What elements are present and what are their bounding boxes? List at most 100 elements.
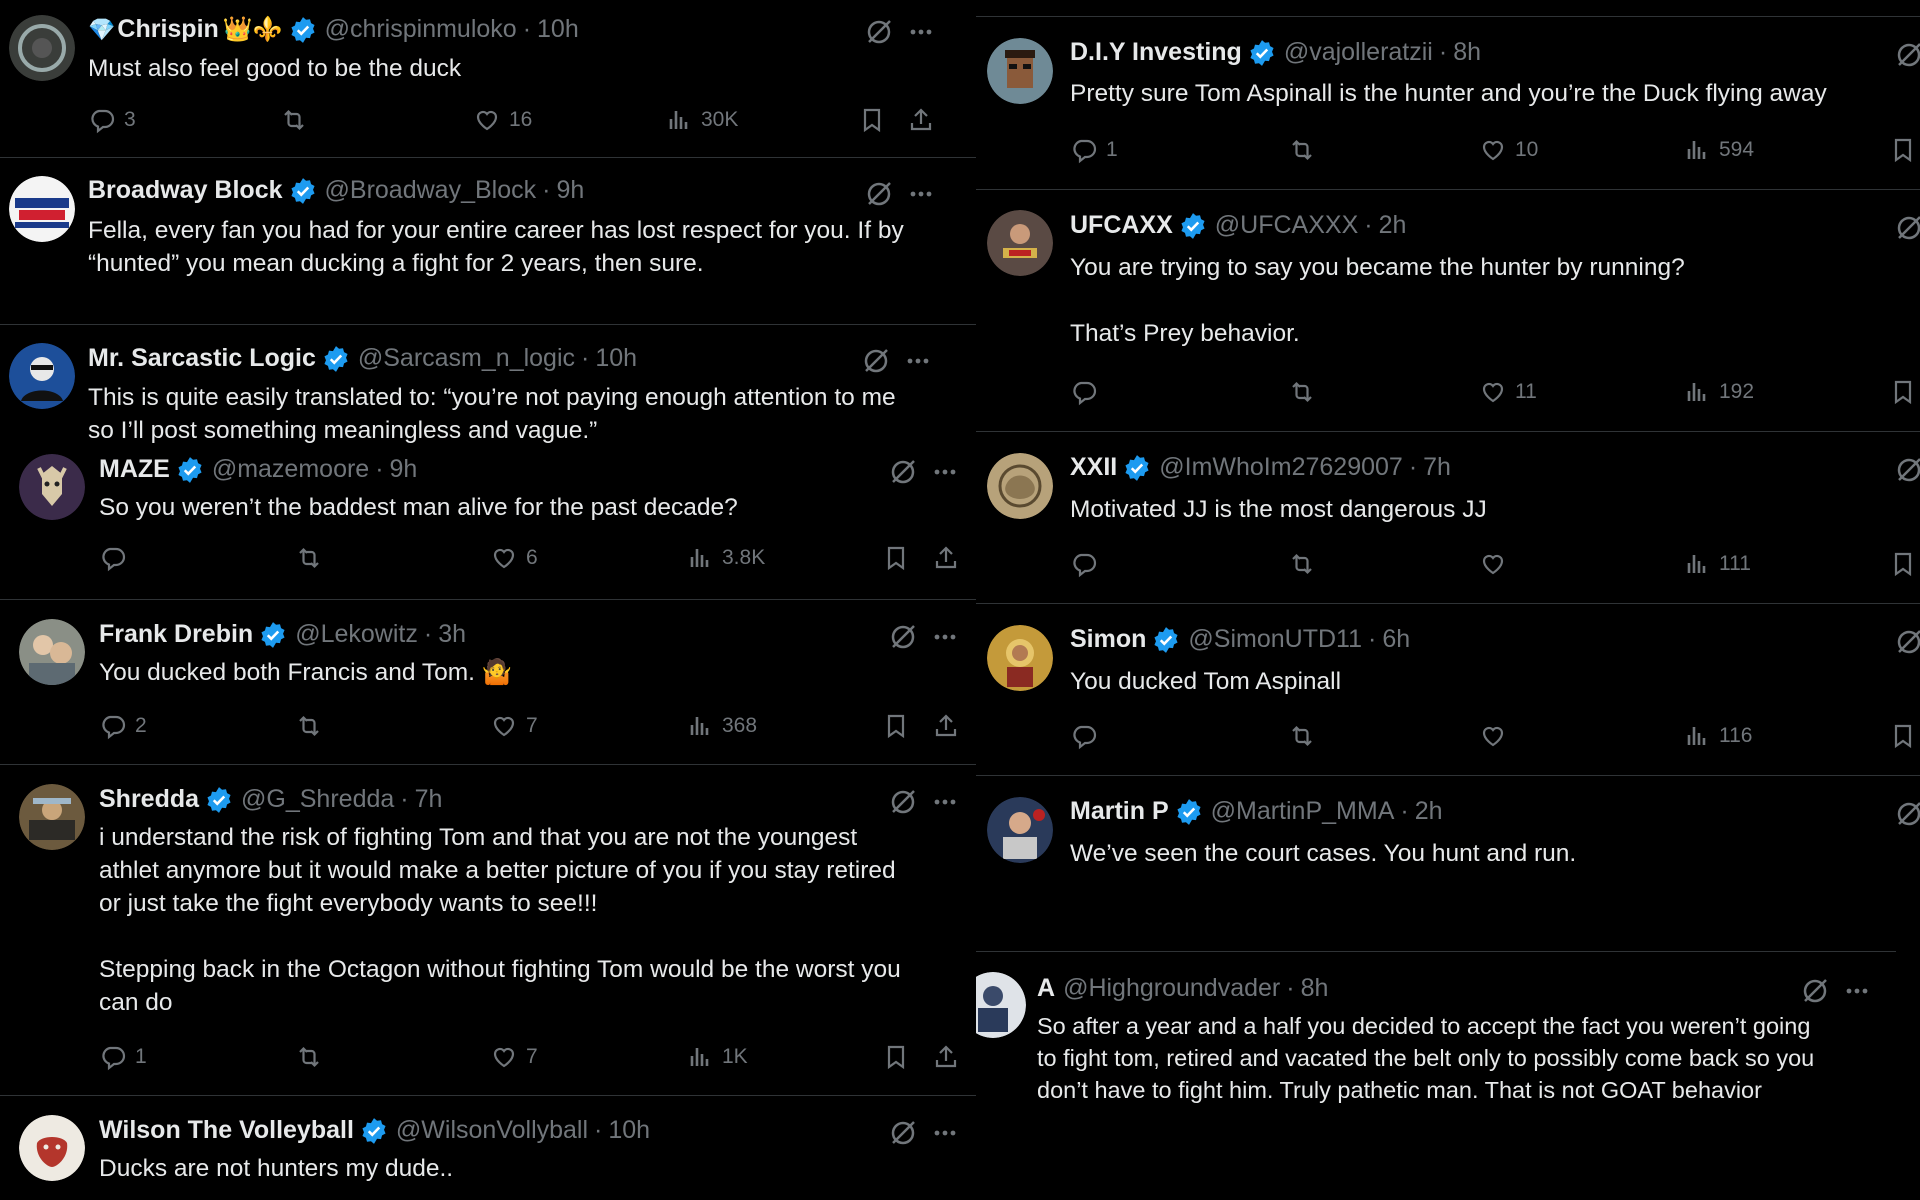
more-icon[interactable]: [930, 1118, 960, 1148]
timestamp[interactable]: 8h: [1301, 974, 1329, 1003]
tweet-card[interactable]: Broadway Block @Broadway_Block · 9h Fell…: [0, 158, 976, 325]
share-button[interactable]: [932, 1043, 960, 1071]
reply-button[interactable]: [1070, 722, 1098, 750]
author-handle[interactable]: @WilsonVollyball: [396, 1116, 588, 1145]
author-handle[interactable]: @mazemoore: [212, 455, 369, 484]
like-button[interactable]: 11: [1479, 378, 1537, 406]
author-name[interactable]: D.I.Y Investing: [1070, 38, 1242, 67]
timestamp[interactable]: 10h: [537, 15, 579, 44]
timestamp[interactable]: 6h: [1382, 625, 1410, 654]
share-button[interactable]: [932, 544, 960, 572]
tweet-card[interactable]: MAZE @mazemoore · 9h So you weren’t the …: [0, 446, 976, 600]
author-handle[interactable]: @chrispinmuloko: [325, 15, 517, 44]
views-button[interactable]: 368: [686, 712, 757, 740]
tweet-card[interactable]: Martin P @MartinP_MMA · 2h We’ve seen th…: [976, 776, 1920, 951]
views-button[interactable]: 594: [1683, 136, 1754, 164]
bookmark-button[interactable]: [882, 544, 910, 572]
tweet-card[interactable]: XXII @ImWhoIm27629007 · 7h Motivated JJ …: [976, 432, 1920, 604]
avatar[interactable]: [19, 1115, 85, 1181]
repost-button[interactable]: [1288, 378, 1316, 406]
author-name[interactable]: Simon: [1070, 625, 1146, 654]
like-button[interactable]: [1479, 722, 1507, 750]
timestamp[interactable]: 2h: [1415, 797, 1443, 826]
like-button[interactable]: 16: [473, 106, 532, 134]
views-button[interactable]: 111: [1683, 550, 1751, 578]
grok-icon[interactable]: [1894, 40, 1920, 70]
grok-icon[interactable]: [864, 179, 894, 209]
author-handle[interactable]: @ImWhoIm27629007: [1159, 453, 1403, 482]
grok-icon[interactable]: [1894, 799, 1920, 829]
grok-icon[interactable]: [888, 457, 918, 487]
grok-icon[interactable]: [1800, 976, 1830, 1006]
timestamp[interactable]: 7h: [415, 785, 443, 814]
bookmark-button[interactable]: [882, 1043, 910, 1071]
timestamp[interactable]: 9h: [390, 455, 418, 484]
avatar[interactable]: [987, 453, 1053, 519]
tweet-card[interactable]: UFCAXX @UFCAXXX · 2h You are trying to s…: [976, 190, 1920, 432]
bookmark-button[interactable]: [1889, 550, 1917, 578]
author-name[interactable]: Frank Drebin: [99, 620, 253, 649]
reply-button[interactable]: 3: [88, 106, 136, 134]
author-handle[interactable]: @Sarcasm_n_logic: [358, 344, 575, 373]
author-name[interactable]: Shredda: [99, 785, 199, 814]
grok-icon[interactable]: [888, 1118, 918, 1148]
author-name[interactable]: MAZE: [99, 455, 170, 484]
grok-icon[interactable]: [1894, 455, 1920, 485]
timestamp[interactable]: 10h: [595, 344, 637, 373]
grok-icon[interactable]: [861, 346, 891, 376]
avatar[interactable]: [987, 625, 1053, 691]
views-button[interactable]: 192: [1683, 378, 1754, 406]
avatar[interactable]: [9, 176, 75, 242]
repost-button[interactable]: [295, 712, 323, 740]
tweet-card[interactable]: Shredda @G_Shredda · 7h i understand the…: [0, 765, 976, 1096]
repost-button[interactable]: [295, 1043, 323, 1071]
avatar[interactable]: [19, 454, 85, 520]
grok-icon[interactable]: [888, 787, 918, 817]
grok-icon[interactable]: [864, 17, 894, 47]
tweet-card[interactable]: A @Highgroundvader · 8h So after a year …: [976, 952, 1920, 1200]
views-button[interactable]: 3.8K: [686, 544, 765, 572]
repost-button[interactable]: [280, 106, 308, 134]
avatar[interactable]: [9, 15, 75, 81]
avatar[interactable]: [987, 210, 1053, 276]
repost-button[interactable]: [1288, 136, 1316, 164]
author-handle[interactable]: @Highgroundvader: [1063, 974, 1280, 1003]
avatar[interactable]: [19, 784, 85, 850]
more-icon[interactable]: [903, 346, 933, 376]
views-button[interactable]: 1K: [686, 1043, 748, 1071]
grok-icon[interactable]: [1894, 627, 1920, 657]
more-icon[interactable]: [906, 17, 936, 47]
like-button[interactable]: 6: [490, 544, 538, 572]
more-icon[interactable]: [930, 457, 960, 487]
like-button[interactable]: 7: [490, 712, 538, 740]
views-button[interactable]: 30K: [665, 106, 738, 134]
like-button[interactable]: [1479, 550, 1507, 578]
more-icon[interactable]: [930, 622, 960, 652]
timestamp[interactable]: 8h: [1453, 38, 1481, 67]
reply-button[interactable]: 2: [99, 712, 147, 740]
views-button[interactable]: 116: [1683, 722, 1752, 750]
tweet-card[interactable]: D.I.Y Investing @vajolleratzii · 8h Pret…: [976, 17, 1920, 190]
author-name[interactable]: A: [1037, 974, 1055, 1003]
avatar[interactable]: [976, 972, 1026, 1038]
author-handle[interactable]: @Broadway_Block: [325, 176, 537, 205]
like-button[interactable]: 10: [1479, 136, 1538, 164]
repost-button[interactable]: [1288, 550, 1316, 578]
author-name[interactable]: Mr. Sarcastic Logic: [88, 344, 316, 373]
author-name[interactable]: Wilson The Volleyball: [99, 1116, 354, 1145]
bookmark-button[interactable]: [882, 712, 910, 740]
author-handle[interactable]: @G_Shredda: [241, 785, 394, 814]
tweet-card[interactable]: Wilson The Volleyball @WilsonVollyball ·…: [0, 1096, 976, 1200]
timestamp[interactable]: 10h: [608, 1116, 650, 1145]
timestamp[interactable]: 9h: [556, 176, 584, 205]
tweet-card[interactable]: Frank Drebin @Lekowitz · 3h You ducked b…: [0, 600, 976, 765]
reply-button[interactable]: 1: [1070, 136, 1118, 164]
timestamp[interactable]: 3h: [438, 620, 466, 649]
tweet-card[interactable]: Simon @SimonUTD11 · 6h You ducked Tom As…: [976, 604, 1920, 776]
tweet-card[interactable]: 💎 Chrispin 👑⚜️ @chrispinmuloko · 10h Mus…: [0, 0, 976, 158]
reply-button[interactable]: 1: [99, 1043, 147, 1071]
repost-button[interactable]: [1288, 722, 1316, 750]
avatar[interactable]: [987, 38, 1053, 104]
author-handle[interactable]: @Lekowitz: [295, 620, 418, 649]
avatar[interactable]: [9, 343, 75, 409]
